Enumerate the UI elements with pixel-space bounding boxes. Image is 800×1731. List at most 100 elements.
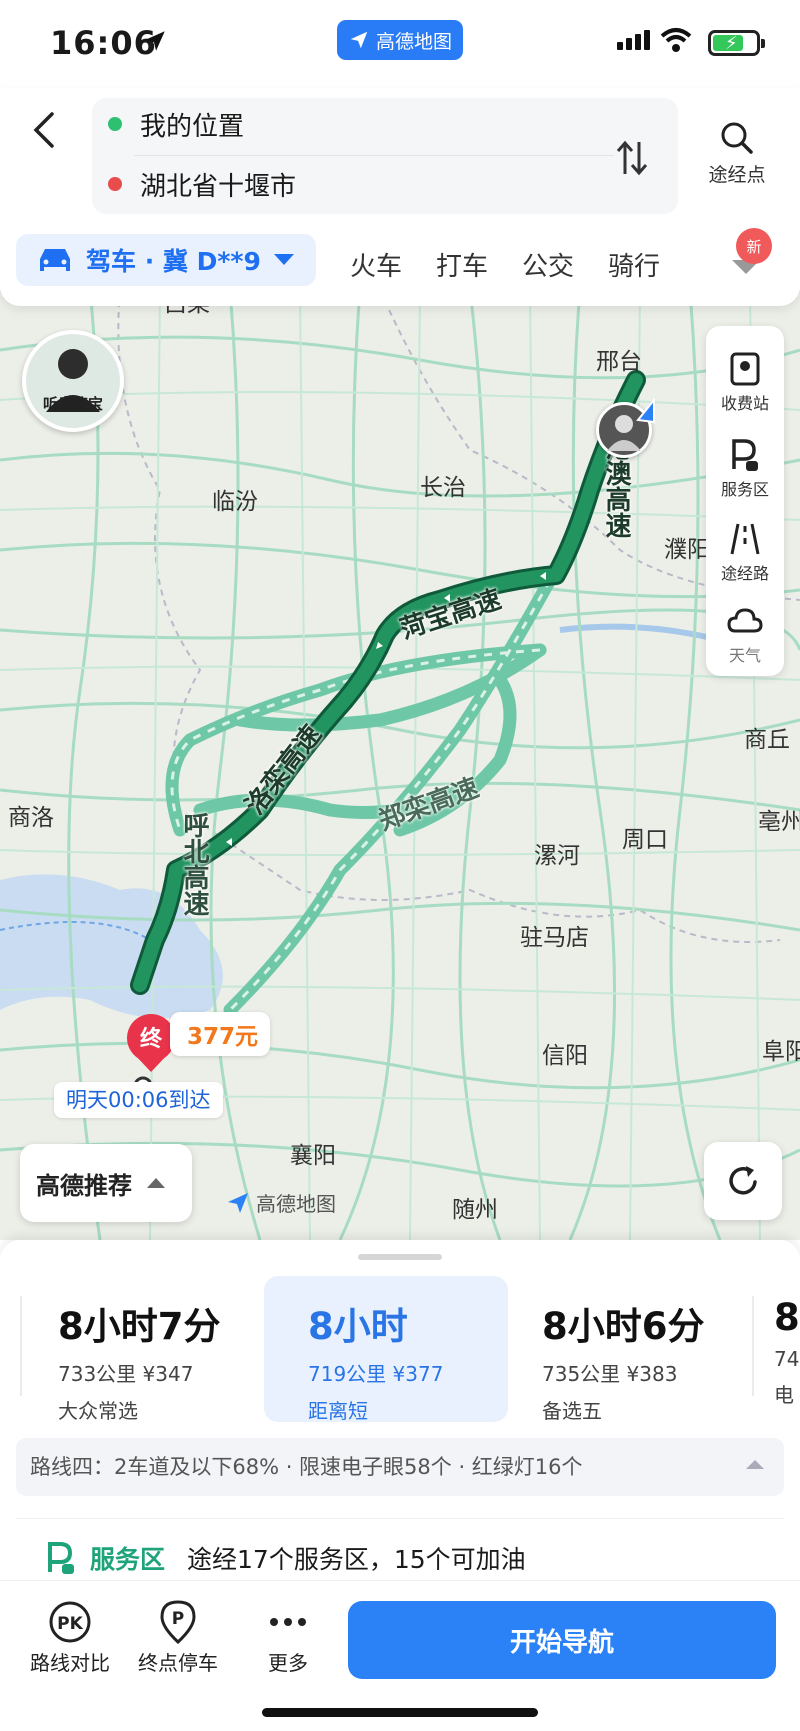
- route-tag: 大众常选: [58, 1399, 138, 1423]
- route-option-2-selected[interactable]: 8小时 719公里 ¥377 距离短: [264, 1276, 508, 1423]
- refresh-button[interactable]: [704, 1142, 782, 1220]
- route-distance-fee: 74: [774, 1347, 800, 1371]
- back-button[interactable]: [26, 110, 66, 150]
- city-label: 襄阳: [290, 1143, 336, 1169]
- tab-bus[interactable]: 公交: [522, 246, 574, 283]
- service-area-button[interactable]: 服务区: [706, 434, 784, 500]
- sheet-grabber[interactable]: [358, 1254, 442, 1260]
- battery-icon: ⚡: [708, 30, 765, 56]
- wifi-icon: [660, 28, 692, 52]
- city-label: 信阳: [542, 1043, 588, 1069]
- drive-mode-label: 驾车 · 冀 D**9: [86, 247, 261, 276]
- recommend-selector[interactable]: 高德推荐: [20, 1144, 192, 1222]
- tab-taxi[interactable]: 打车: [436, 246, 488, 283]
- weather-button[interactable]: 天气: [706, 600, 784, 666]
- svg-text:P: P: [172, 1609, 184, 1629]
- drive-mode-selector[interactable]: 驾车 · 冀 D**9: [16, 234, 316, 286]
- route-distance-fee: 719公里 ¥377: [308, 1362, 444, 1386]
- destination-field[interactable]: 湖北省十堰市: [108, 158, 296, 210]
- route-tag: 距离短: [308, 1399, 368, 1423]
- mode-row: 驾车 · 冀 D**9 火车 打车 公交 骑行 新: [16, 228, 786, 286]
- search-icon: [721, 122, 753, 154]
- new-badge: 新: [736, 228, 772, 264]
- toll-station-button[interactable]: 收费站: [706, 348, 784, 414]
- service-title: 服务区: [90, 1545, 166, 1574]
- compare-label: 路线对比: [30, 1651, 110, 1675]
- avatar-caption: 听泉鉴宝: [42, 395, 103, 413]
- destination-parking-button[interactable]: P 终点停车: [128, 1597, 228, 1676]
- city-label: 商洛: [8, 805, 54, 831]
- service-detail: 途经17个服务区，15个可加油: [187, 1545, 526, 1574]
- road-icon: [730, 523, 760, 555]
- service-area-row[interactable]: 服务区 途经17个服务区，15个可加油: [44, 1540, 526, 1576]
- pk-icon: PK: [49, 1601, 91, 1643]
- route-option-3[interactable]: 8小时6分 735公里 ¥383 备选五: [498, 1276, 742, 1423]
- road-label-hubei: 呼北高速: [179, 812, 209, 916]
- route-tag: 备选五: [542, 1399, 602, 1423]
- destination-dot-icon: [108, 177, 122, 191]
- origin-dot-icon: [108, 117, 122, 131]
- arrival-time-tag: 明天00:06到达: [54, 1082, 223, 1118]
- city-label: 亳州: [758, 809, 800, 835]
- route-time: 8小时6分: [542, 1305, 705, 1348]
- more-button[interactable]: 更多: [238, 1597, 338, 1676]
- clock: 16:06: [50, 24, 157, 62]
- svg-text:PK: PK: [57, 1614, 83, 1634]
- city-label: 随州: [452, 1197, 498, 1223]
- signal-icon: [617, 30, 650, 50]
- user-avatar[interactable]: 听泉鉴宝: [22, 330, 124, 432]
- via-point-label: 途经点: [708, 164, 766, 186]
- route-price-tag: 377元: [170, 1012, 270, 1056]
- city-label: 驻马店: [520, 925, 589, 951]
- refresh-icon: [729, 1166, 757, 1195]
- start-navigation-button[interactable]: 开始导航: [348, 1601, 776, 1679]
- map-side-tools: 收费站 服务区 途经路 天气: [706, 326, 784, 676]
- service-area-icon: [48, 1542, 74, 1574]
- destination-text: 湖北省十堰市: [140, 171, 297, 202]
- route-option-4[interactable]: 8 74 电: [732, 1276, 800, 1422]
- amap-logo-icon: [228, 1192, 248, 1213]
- route-map[interactable]: 吕梁 邢台 长治 临汾 濮阳 菏泽 商丘 商洛 漯河 周口 亳州 驻马店 阜阳 …: [0, 290, 800, 1240]
- service-area-icon: [732, 439, 758, 471]
- chevron-up-icon: [746, 1460, 764, 1469]
- swap-icon[interactable]: [614, 138, 650, 178]
- chevron-up-icon: [147, 1178, 165, 1188]
- service-area-label: 服务区: [720, 480, 769, 499]
- route-inputs: 我的位置 湖北省十堰市: [92, 98, 678, 214]
- end-badge-text: 终: [140, 1026, 163, 1052]
- car-icon: [40, 249, 70, 271]
- route-tag: 电: [774, 1383, 794, 1407]
- route-distance-fee: 733公里 ¥347: [58, 1362, 194, 1386]
- city-label: 阜阳: [762, 1039, 800, 1065]
- app-badge[interactable]: 高德地图: [337, 20, 463, 60]
- heading-arrow-icon: [636, 398, 655, 424]
- route-info-bar[interactable]: 路线四：2车道及以下68% · 限速电子眼58个 · 红绿灯16个: [16, 1438, 784, 1496]
- origin-field[interactable]: 我的位置: [108, 98, 244, 150]
- city-label: 周口: [622, 827, 668, 853]
- toll-station-icon: [730, 352, 760, 386]
- recommend-label: 高德推荐: [36, 1171, 132, 1200]
- tab-train[interactable]: 火车: [350, 246, 402, 283]
- more-dots-icon: [270, 1618, 306, 1626]
- via-road-button[interactable]: 途经路: [706, 518, 784, 584]
- route-time: 8小时: [308, 1305, 408, 1348]
- via-point-button[interactable]: 途经点: [698, 120, 776, 187]
- home-indicator[interactable]: [262, 1708, 538, 1717]
- city-label: 商丘: [744, 727, 790, 753]
- route-distance-fee: 735公里 ¥383: [542, 1362, 678, 1386]
- parking-pin-icon: P: [160, 1600, 196, 1645]
- chevron-down-icon: [273, 254, 294, 265]
- route-info-text: 路线四：2车道及以下68% · 限速电子眼58个 · 红绿灯16个: [30, 1455, 583, 1479]
- route-time: 8小时7分: [58, 1305, 221, 1348]
- city-label: 长治: [420, 475, 466, 501]
- compare-routes-button[interactable]: PK 路线对比: [20, 1597, 120, 1676]
- amap-logo-icon: [350, 31, 368, 49]
- divider: [16, 1518, 784, 1519]
- route-option-1[interactable]: 8小时7分 733公里 ¥347 大众常选: [14, 1276, 258, 1423]
- tab-bike[interactable]: 骑行: [608, 246, 660, 283]
- location-arrow-icon: [145, 31, 165, 51]
- toll-station-label: 收费站: [720, 394, 769, 413]
- brand-watermark-text: 高德地图: [256, 1192, 336, 1216]
- weather-label: 天气: [728, 646, 761, 665]
- status-bar: 16:06 高德地图 ⚡: [0, 0, 800, 90]
